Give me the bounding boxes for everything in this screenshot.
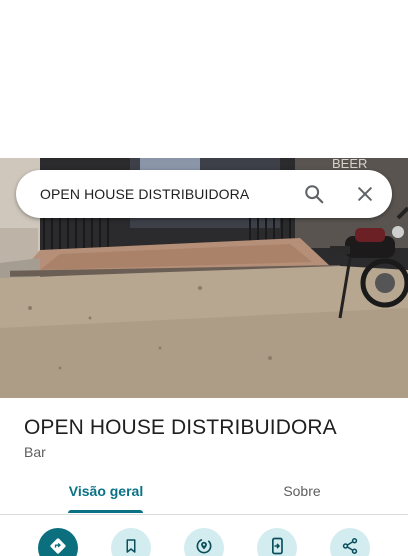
send-to-phone-icon bbox=[267, 536, 287, 556]
nearby-button[interactable] bbox=[184, 528, 224, 556]
search-input[interactable]: OPEN HOUSE DISTRIBUIDORA bbox=[40, 170, 249, 218]
directions-button[interactable] bbox=[38, 528, 78, 556]
search-bar[interactable]: OPEN HOUSE DISTRIBUIDORA bbox=[16, 170, 392, 218]
send-to-phone-button[interactable] bbox=[257, 528, 297, 556]
place-tabs: Visão geral Sobre bbox=[0, 470, 408, 515]
tabs-divider bbox=[0, 514, 408, 515]
bookmark-icon bbox=[122, 537, 140, 556]
place-category: Bar bbox=[24, 444, 46, 460]
map-top-area bbox=[0, 0, 408, 158]
directions-icon bbox=[48, 536, 68, 556]
action-buttons-row bbox=[0, 528, 408, 556]
nearby-icon bbox=[194, 536, 214, 556]
share-icon bbox=[341, 537, 359, 556]
save-button[interactable] bbox=[111, 528, 151, 556]
tab-about[interactable]: Sobre bbox=[200, 470, 404, 515]
close-icon[interactable] bbox=[347, 176, 383, 212]
place-title: OPEN HOUSE DISTRIBUIDORA bbox=[24, 416, 337, 439]
search-icon[interactable] bbox=[296, 176, 332, 212]
share-button[interactable] bbox=[330, 528, 370, 556]
active-tab-indicator bbox=[68, 510, 143, 513]
tab-overview[interactable]: Visão geral bbox=[4, 470, 208, 515]
